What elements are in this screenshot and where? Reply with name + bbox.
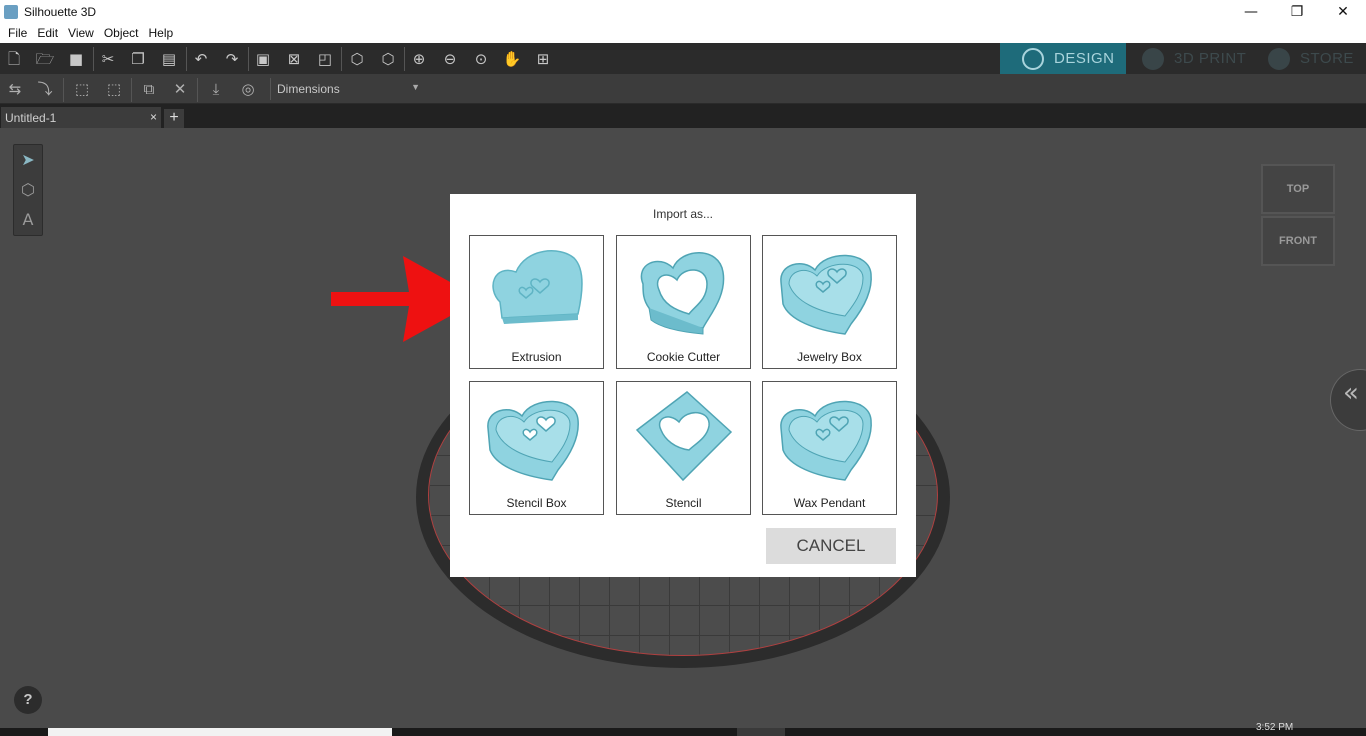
tab-untitled-1[interactable]: Untitled-1 × [1, 107, 161, 128]
menu-object[interactable]: Object [99, 26, 144, 40]
paste-icon[interactable]: ▤ [159, 49, 179, 69]
close-button[interactable]: ✕ [1320, 0, 1366, 23]
group-icon[interactable]: ▣ [253, 49, 273, 69]
os-taskbar: 3:52 PM [0, 722, 1366, 736]
view-top[interactable]: TOP [1261, 164, 1335, 214]
option-label: Cookie Cutter [646, 350, 721, 364]
option-jewelry-box[interactable]: Jewelry Box [762, 235, 897, 369]
cube-wire-icon[interactable]: ⬡ [378, 49, 398, 69]
left-toolbox: ➤ ⬡ A [13, 144, 43, 236]
option-label: Stencil [665, 496, 702, 510]
resize-box-icon[interactable]: ⬚ [104, 79, 124, 99]
option-wax-pendant[interactable]: Wax Pendant [762, 381, 897, 515]
option-label: Jewelry Box [797, 350, 862, 364]
option-cookie-cutter[interactable]: Cookie Cutter [616, 235, 751, 369]
printer-icon [1142, 47, 1164, 70]
option-stencil[interactable]: Stencil [616, 381, 751, 515]
duplicate-icon[interactable]: ⧉ [139, 79, 159, 99]
shape-cube-icon[interactable]: ⬡ [14, 175, 42, 205]
menu-view[interactable]: View [63, 26, 99, 40]
chevron-down-icon: ▼ [411, 82, 420, 92]
open-folder-icon[interactable]: 🗁 [35, 49, 55, 69]
option-label: Wax Pendant [793, 496, 866, 510]
zoom-in-icon[interactable]: ⊕ [409, 49, 429, 69]
tab-store[interactable]: STORE [1254, 43, 1366, 74]
app-icon [4, 4, 18, 19]
option-label: Extrusion [511, 350, 562, 364]
menu-help[interactable]: Help [144, 26, 179, 40]
fit-page-icon[interactable]: ⊞ [533, 49, 553, 69]
minimize-button[interactable]: — [1228, 0, 1274, 23]
menu-bar: File Edit View Object Help [0, 23, 1366, 43]
extrusion-heart-icon [492, 250, 583, 324]
cut-icon[interactable]: ✂ [98, 49, 118, 69]
zoom-out-icon[interactable]: ⊖ [440, 49, 460, 69]
wax-pendant-heart-icon [780, 400, 872, 481]
close-tab-icon[interactable]: × [150, 110, 157, 124]
import-as-dialog: Import as... Extrusion Cookie Cutter Jew… [450, 194, 916, 577]
view-cube[interactable]: TOP FRONT [1261, 164, 1335, 266]
redo-icon[interactable]: ↷ [222, 49, 242, 69]
taskbar-clock: 3:52 PM [1256, 722, 1294, 733]
globe-icon [1022, 47, 1044, 70]
cancel-button[interactable]: CANCEL [766, 528, 896, 564]
title-bar: Silhouette 3D — ❐ ✕ [0, 0, 1366, 23]
select-pointer-icon[interactable]: ➤ [14, 145, 42, 175]
tab-design[interactable]: DESIGN [1000, 43, 1126, 74]
flip-vertical-icon[interactable]: ⤵ [35, 79, 55, 99]
help-button[interactable]: ? [14, 686, 42, 714]
cookie-cutter-heart-icon [640, 252, 725, 335]
text-tool-icon[interactable]: A [14, 205, 42, 235]
option-stencil-box[interactable]: Stencil Box [469, 381, 604, 515]
center-icon[interactable]: ◎ [238, 79, 258, 99]
maximize-button[interactable]: ❐ [1274, 0, 1320, 23]
zoom-selection-icon[interactable]: ⊙ [471, 49, 491, 69]
ungroup-icon[interactable]: ⊠ [284, 49, 304, 69]
save-icon[interactable]: ■ [66, 49, 86, 69]
secondary-toolbar: ⇆ ⤵ ⬚ ⬚ ⧉ ✕ ⤓ ◎ Dimensions ▼ [0, 74, 1366, 104]
transform-icon[interactable]: ◰ [315, 49, 335, 69]
mode-tabs: DESIGN 3D PRINT STORE [1000, 43, 1366, 74]
collapse-panel-button[interactable]: « [1330, 369, 1366, 431]
window-title: Silhouette 3D [24, 4, 97, 19]
pan-hand-icon[interactable]: ✋ [502, 49, 522, 69]
dimensions-select[interactable]: Dimensions ▼ [270, 78, 428, 100]
cube-icon[interactable]: ⬡ [347, 49, 367, 69]
menu-file[interactable]: File [3, 26, 32, 40]
stencil-heart-icon [635, 391, 733, 482]
option-extrusion[interactable]: Extrusion [469, 235, 604, 369]
taskbar-search-field[interactable] [48, 728, 392, 736]
dialog-title: Import as... [652, 207, 714, 221]
copy-icon[interactable]: ❐ [128, 49, 148, 69]
drop-to-floor-icon[interactable]: ⤓ [206, 79, 226, 99]
delete-icon[interactable]: ✕ [170, 79, 190, 99]
bounding-box-icon[interactable]: ⬚ [72, 79, 92, 99]
window-controls: — ❐ ✕ [1228, 0, 1366, 23]
add-tab-button[interactable]: + [164, 109, 184, 128]
undo-icon[interactable]: ↶ [191, 49, 211, 69]
new-file-icon[interactable]: 🗋 [4, 49, 24, 69]
store-icon [1268, 47, 1290, 70]
menu-edit[interactable]: Edit [32, 26, 63, 40]
option-label: Stencil Box [506, 496, 567, 510]
tab-3d-print[interactable]: 3D PRINT [1126, 43, 1254, 74]
document-tabs: Untitled-1 × + [0, 104, 1366, 128]
taskbar-app-item[interactable] [737, 728, 785, 736]
view-front[interactable]: FRONT [1261, 216, 1335, 266]
jewelry-box-heart-icon [780, 254, 872, 335]
flip-horizontal-icon[interactable]: ⇆ [5, 79, 25, 99]
stencil-box-heart-icon [487, 400, 579, 481]
